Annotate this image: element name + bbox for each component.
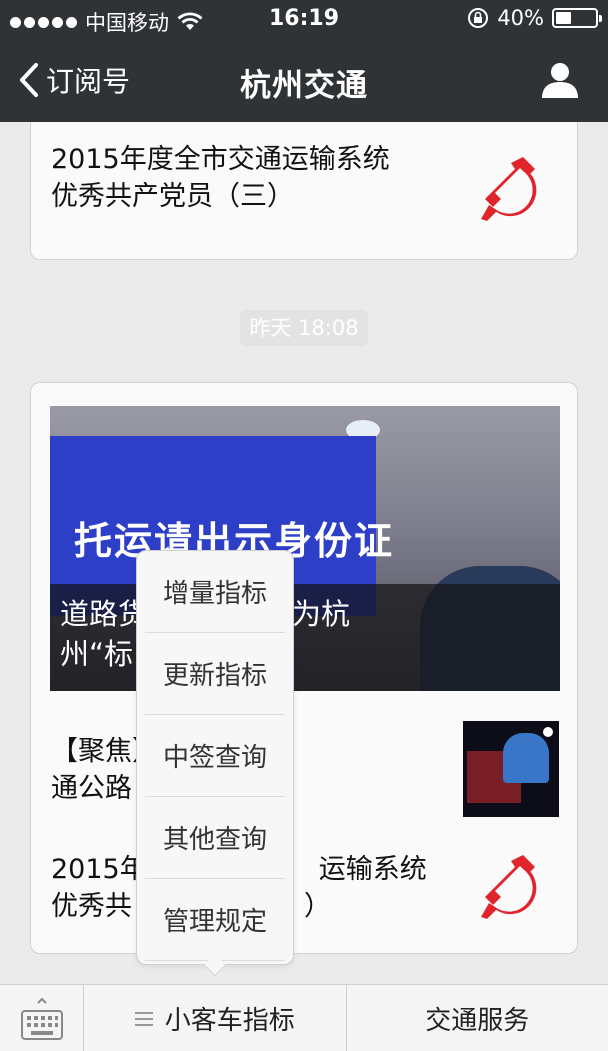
- submenu-item[interactable]: 管理规定: [145, 879, 285, 961]
- battery-icon: [552, 8, 602, 28]
- status-right: 40%: [467, 6, 602, 30]
- article-title: 2015年度全市交通运输系统 优秀共产党员（三）: [51, 141, 390, 215]
- menu-button-car-quota[interactable]: 小客车指标: [84, 985, 347, 1051]
- submenu-item[interactable]: 中签查询: [145, 715, 285, 797]
- menu-button-label: 交通服务: [425, 1006, 530, 1036]
- rotation-lock-icon: [468, 8, 489, 28]
- submenu-item[interactable]: 增量指标: [145, 551, 285, 633]
- menu-lines-icon: [134, 1011, 153, 1026]
- party-emblem-icon: [481, 855, 537, 919]
- list-item-title-tail: ）: [304, 891, 331, 922]
- bottom-menu-bar: 小客车指标 交通服务: [0, 984, 608, 1051]
- nav-bar: 订阅号 杭州交通: [0, 40, 608, 122]
- cover-photo[interactable]: 托运请出示身份证 道路货运实名制成为杭 州“标: [50, 406, 560, 691]
- list-item-title-line: 优秀共: [51, 891, 132, 922]
- article-card[interactable]: 2015年度全市交通运输系统 优秀共产党员（三）: [30, 122, 578, 260]
- cover-caption-line: 道路货运实名制成为杭: [60, 594, 530, 634]
- article-title-line: 优秀共产党员（三）: [51, 181, 294, 212]
- submenu-item[interactable]: 其他查询: [145, 797, 285, 879]
- menu-button-label: 小客车指标: [164, 1006, 295, 1036]
- profile-icon[interactable]: [540, 60, 580, 100]
- article-title-line: 2015年度全市交通运输系统: [51, 144, 390, 175]
- page-title: 杭州交通: [240, 68, 368, 104]
- submenu-item[interactable]: 更新指标: [145, 633, 285, 715]
- list-item-title-line: 2015年: [51, 854, 147, 885]
- battery-percent: 40%: [497, 6, 544, 30]
- party-emblem-icon: [481, 157, 537, 221]
- message-list[interactable]: 2015年度全市交通运输系统 优秀共产党员（三） 昨天 18:08 托运请出示身…: [0, 122, 608, 984]
- keyboard-toggle-button[interactable]: [0, 985, 84, 1051]
- keyboard-icon: [20, 997, 63, 1040]
- cover-caption: 道路货运实名制成为杭 州“标: [60, 594, 530, 674]
- list-item-thumbnail[interactable]: [463, 721, 559, 817]
- message-timestamp: 昨天 18:08: [240, 310, 368, 346]
- submenu-popup: 增量指标 更新指标 中签查询 其他查询 管理规定: [136, 550, 294, 977]
- menu-button-traffic-service[interactable]: 交通服务: [347, 985, 608, 1051]
- article-card[interactable]: 托运请出示身份证 道路货运实名制成为杭 州“标 【聚焦】 杭州交 通公路！ 20…: [30, 382, 578, 954]
- cover-caption-line: 州“标: [60, 637, 134, 671]
- status-bar: 中国移动 16:19 40%: [0, 0, 608, 40]
- list-item-title-line: 通公路: [51, 773, 132, 804]
- list-item-title-tail: 运输系统: [318, 854, 427, 885]
